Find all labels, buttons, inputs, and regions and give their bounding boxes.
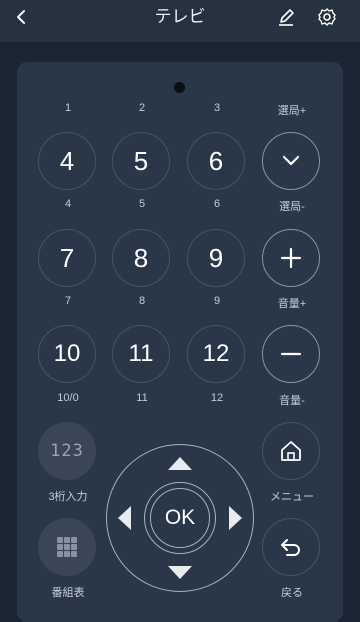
volume-up-button[interactable] (262, 229, 320, 287)
back-button[interactable] (8, 4, 34, 30)
return-icon (281, 539, 300, 556)
button-12-text: 12 (202, 340, 230, 367)
label-2: 2 (138, 102, 146, 114)
button-11[interactable]: 11 (112, 325, 170, 383)
label-4: 4 (64, 198, 72, 210)
edit-button[interactable] (273, 4, 299, 30)
button-7[interactable]: 7 (38, 229, 96, 287)
home-icon (281, 441, 301, 461)
button-5-text: 5 (133, 145, 149, 176)
label-channel-up: 選局+ (277, 105, 307, 117)
dpad-down-arrow-icon[interactable] (168, 566, 192, 579)
settings-button[interactable] (314, 4, 340, 30)
label-9: 9 (213, 295, 221, 307)
button-7-text: 7 (59, 242, 75, 273)
label-6: 6 (213, 198, 221, 210)
button-9[interactable]: 9 (187, 229, 245, 287)
ok-button[interactable]: OK (150, 488, 210, 548)
volume-down-button[interactable] (262, 325, 320, 383)
page-title: テレビ (154, 7, 206, 26)
menu-button[interactable] (262, 422, 320, 480)
label-channel-down: 選局- (279, 201, 305, 213)
label-volume-up: 音量+ (277, 298, 307, 310)
label-12: 12 (210, 392, 224, 404)
plus-icon (280, 247, 302, 269)
button-4[interactable]: 4 (38, 132, 96, 190)
ok-label: OK (164, 506, 196, 529)
header-bar: テレビ (0, 0, 360, 42)
label-10-0: 10/0 (57, 392, 79, 404)
button-11-text: 11 (128, 340, 154, 367)
button-6-text: 6 (208, 145, 224, 176)
button-4-text: 4 (59, 145, 75, 176)
three-digit-glyph: 123 (50, 441, 84, 461)
three-digit-input-label: 3桁入力 (48, 491, 88, 503)
button-10[interactable]: 10 (38, 325, 96, 383)
dpad-up-arrow-icon[interactable] (168, 457, 192, 470)
dpad-right-arrow-icon[interactable] (229, 506, 242, 530)
button-8-text: 8 (133, 242, 149, 273)
minus-icon (280, 352, 302, 356)
button-10-text: 10 (53, 340, 81, 367)
button-8[interactable]: 8 (112, 229, 170, 287)
program-guide-button[interactable] (38, 518, 96, 576)
label-1: 1 (64, 102, 72, 114)
label-3: 3 (213, 102, 221, 114)
edit-icon (279, 9, 294, 26)
button-12[interactable]: 12 (187, 325, 245, 383)
chevron-down-icon (282, 155, 300, 166)
three-digit-input-button[interactable]: 123 (38, 422, 96, 480)
ir-indicator (174, 82, 185, 93)
label-7: 7 (64, 295, 72, 307)
return-label: 戻る (281, 587, 303, 599)
button-6[interactable]: 6 (187, 132, 245, 190)
dpad-left-arrow-icon[interactable] (118, 506, 131, 530)
button-9-text: 9 (208, 242, 224, 273)
program-guide-label: 番組表 (51, 587, 85, 599)
return-button[interactable] (262, 518, 320, 576)
label-8: 8 (138, 295, 146, 307)
label-11: 11 (136, 392, 148, 404)
channel-down-button[interactable] (262, 132, 320, 190)
gear-icon (318, 8, 336, 26)
label-5: 5 (138, 198, 146, 210)
menu-label: メニュー (270, 491, 314, 503)
button-5[interactable]: 5 (112, 132, 170, 190)
label-volume-down: 音量- (279, 395, 305, 407)
grid-icon (57, 537, 77, 557)
back-icon (17, 10, 25, 24)
